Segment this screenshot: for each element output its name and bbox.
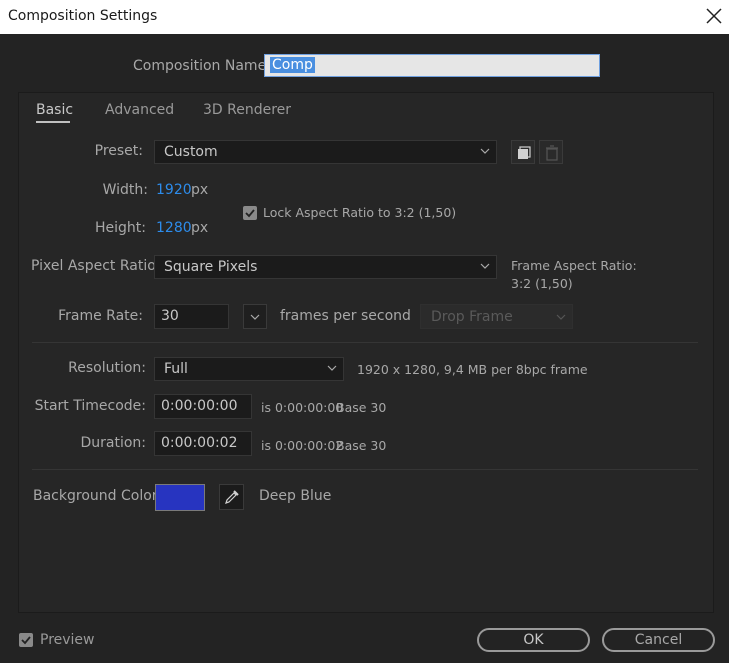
lock-aspect-checkbox[interactable] — [243, 206, 257, 220]
frame-rate-value: 30 — [161, 308, 179, 324]
pixel-aspect-label: Pixel Aspect Ratio: — [31, 258, 161, 274]
composition-name-label: Composition Name: — [133, 58, 271, 74]
height-unit: px — [191, 220, 209, 236]
lock-aspect-label: Lock Aspect Ratio to 3:2 (1,50) — [263, 205, 457, 220]
divider — [32, 342, 698, 343]
background-color-swatch[interactable] — [155, 484, 205, 511]
window-title: Composition Settings — [8, 8, 158, 24]
start-timecode-is: is 0:00:00:00 — [261, 400, 344, 415]
preset-dropdown[interactable]: Custom — [154, 140, 497, 164]
drop-frame-dropdown[interactable]: Drop Frame — [420, 304, 573, 329]
height-label: Height: — [95, 220, 146, 236]
preview-checkbox[interactable] — [19, 633, 33, 647]
tab-advanced[interactable]: Advanced — [105, 102, 174, 118]
tab-3d-renderer[interactable]: 3D Renderer — [203, 102, 291, 118]
pixel-aspect-value: Square Pixels — [164, 259, 258, 275]
ok-button[interactable]: OK — [477, 628, 590, 652]
resolution-dropdown[interactable]: Full — [154, 357, 344, 381]
eyedropper-button[interactable] — [219, 484, 244, 510]
background-color-name: Deep Blue — [259, 488, 332, 504]
start-timecode-value: 0:00:00:00 — [161, 398, 238, 414]
checkmark-icon — [21, 636, 31, 645]
frame-rate-input[interactable]: 30 — [154, 304, 229, 329]
duration-base: Base 30 — [336, 438, 387, 453]
close-icon[interactable] — [704, 6, 724, 26]
resolution-info: 1920 x 1280, 9,4 MB per 8bpc frame — [357, 362, 588, 377]
divider — [32, 469, 698, 470]
tab-basic[interactable]: Basic — [36, 102, 73, 118]
width-label: Width: — [102, 182, 148, 198]
frame-aspect-label: Frame Aspect Ratio: — [511, 258, 637, 273]
frame-aspect-value: 3:2 (1,50) — [511, 276, 573, 291]
duration-is: is 0:00:00:02 — [261, 438, 344, 453]
delete-preset-button[interactable] — [539, 140, 563, 164]
start-timecode-label: Start Timecode: — [34, 398, 146, 414]
cancel-button[interactable]: Cancel — [602, 628, 715, 652]
duration-input[interactable]: 0:00:00:02 — [154, 431, 252, 456]
save-preset-icon — [518, 146, 531, 159]
chevron-down-icon — [480, 148, 490, 154]
start-timecode-input[interactable]: 0:00:00:00 — [154, 394, 252, 419]
save-preset-button[interactable] — [511, 140, 535, 164]
preset-label: Preset: — [94, 143, 143, 159]
duration-value: 0:00:00:02 — [161, 435, 238, 451]
composition-name-value: Comp — [270, 57, 315, 73]
trash-icon — [546, 145, 558, 161]
resolution-label: Resolution: — [68, 360, 146, 376]
composition-name-input[interactable]: Comp — [264, 54, 600, 77]
frame-rate-unit: frames per second — [280, 308, 411, 324]
settings-panel — [18, 92, 714, 613]
start-timecode-base: Base 30 — [336, 400, 387, 415]
frame-rate-label: Frame Rate: — [58, 308, 143, 324]
checkmark-icon — [245, 209, 255, 218]
height-value[interactable]: 1280 — [156, 220, 192, 236]
background-color-label: Background Color: — [33, 488, 162, 504]
duration-label: Duration: — [80, 435, 146, 451]
chevron-down-icon — [250, 314, 260, 320]
resolution-value: Full — [164, 361, 188, 377]
active-tab-underline — [36, 121, 70, 123]
preview-label: Preview — [40, 632, 95, 648]
chevron-down-icon — [327, 365, 337, 371]
pixel-aspect-dropdown[interactable]: Square Pixels — [154, 255, 497, 279]
drop-frame-value: Drop Frame — [431, 309, 513, 325]
preset-value: Custom — [164, 144, 218, 160]
chevron-down-icon — [480, 263, 490, 269]
width-unit: px — [191, 182, 209, 198]
eyedropper-icon — [225, 490, 239, 504]
chevron-down-icon — [556, 314, 566, 320]
width-value[interactable]: 1920 — [156, 182, 192, 198]
frame-rate-dropdown-button[interactable] — [243, 304, 267, 329]
